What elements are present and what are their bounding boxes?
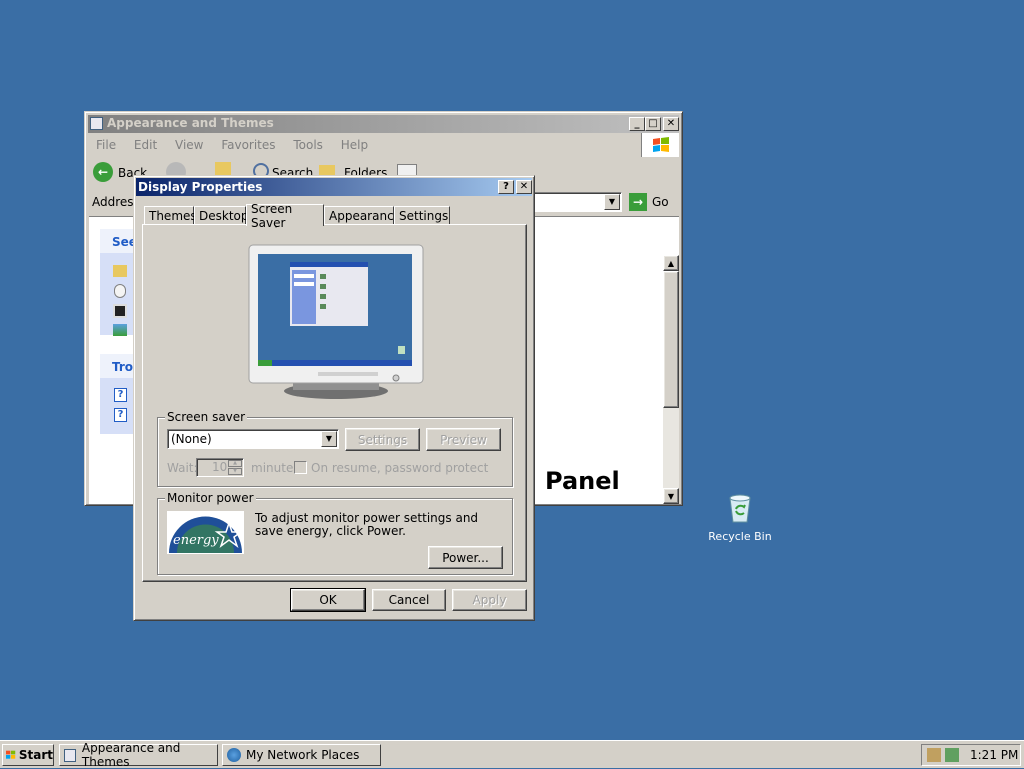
- back-arrow-icon[interactable]: ←: [93, 162, 113, 182]
- explorer-title: Appearance and Themes: [107, 116, 274, 130]
- help-task-icon[interactable]: ?: [114, 388, 127, 402]
- recycle-bin-icon: [729, 494, 751, 523]
- windows-logo-icon: [641, 133, 679, 157]
- taskbar-item-network[interactable]: My Network Places: [222, 744, 381, 766]
- tab-appearance[interactable]: Appearance: [324, 206, 401, 225]
- mouse-task-icon[interactable]: [114, 284, 126, 298]
- network-icon: [227, 748, 241, 762]
- power-button[interactable]: Power...: [428, 546, 503, 569]
- wait-value: 10: [212, 460, 228, 474]
- spinner-up-icon[interactable]: ▲: [228, 460, 242, 467]
- menu-file[interactable]: File: [96, 138, 116, 152]
- go-arrow-icon[interactable]: →: [629, 193, 647, 211]
- monitor-power-description: To adjust monitor power settings and sav…: [255, 511, 479, 538]
- recycle-bin-label: Recycle Bin: [708, 530, 772, 543]
- spinner-down-icon[interactable]: ▼: [228, 468, 242, 475]
- vertical-scrollbar[interactable]: ▲ ▼: [663, 255, 679, 504]
- wait-label: Wait:: [167, 461, 198, 475]
- screen-saver-settings-button[interactable]: Settings: [345, 428, 420, 451]
- display-properties-dialog[interactable]: Display Properties ? ✕ Themes Desktop Sc…: [133, 175, 535, 621]
- apply-button[interactable]: Apply: [452, 589, 527, 611]
- maximize-button[interactable]: □: [645, 117, 661, 131]
- taskbar-item-appearance[interactable]: Appearance and Themes: [59, 741, 218, 769]
- ok-button[interactable]: OK: [290, 588, 366, 612]
- taskbar: Start Appearance and Themes My Network P…: [0, 740, 1024, 769]
- monitor-preview: [248, 244, 424, 402]
- password-protect-checkbox[interactable]: [294, 461, 307, 474]
- menu-tools[interactable]: Tools: [293, 138, 323, 152]
- password-protect-label: On resume, password protect: [311, 461, 489, 475]
- scroll-thumb[interactable]: [663, 271, 679, 408]
- tray-tools-icon[interactable]: [927, 748, 941, 762]
- minimize-button[interactable]: _: [629, 117, 645, 131]
- go-label[interactable]: Go: [652, 195, 669, 209]
- tab-screen-saver[interactable]: Screen Saver: [246, 202, 324, 230]
- folder-icon: [90, 117, 103, 130]
- picture-task-icon[interactable]: [113, 324, 127, 336]
- chevron-down-icon[interactable]: ▼: [321, 431, 337, 447]
- taskbar-item-label: My Network Places: [246, 748, 360, 762]
- tab-desktop[interactable]: Desktop: [194, 206, 249, 225]
- windows-flag-icon: [6, 750, 16, 759]
- monitor-power-group-label: Monitor power: [165, 491, 256, 505]
- wait-spinner[interactable]: 10 ▲ ▼: [196, 458, 244, 477]
- screen-saver-selected: (None): [171, 432, 212, 446]
- screen-saver-select[interactable]: (None) ▼: [167, 429, 339, 449]
- system-tray: 1:21 PM: [921, 744, 1021, 766]
- energy-logo-text: energy: [173, 533, 219, 548]
- menu-edit[interactable]: Edit: [134, 138, 157, 152]
- cancel-button[interactable]: Cancel: [372, 589, 446, 611]
- menu-bar: File Edit View Favorites Tools Help: [96, 138, 382, 156]
- menu-help[interactable]: Help: [341, 138, 368, 152]
- menu-favorites[interactable]: Favorites: [221, 138, 275, 152]
- minutes-label: minutes: [251, 461, 300, 475]
- tab-settings[interactable]: Settings: [394, 206, 450, 225]
- start-label: Start: [18, 748, 53, 762]
- scroll-up-button[interactable]: ▲: [663, 255, 679, 271]
- address-dropdown-button[interactable]: ▼: [604, 194, 620, 210]
- screen-saver-group-label: Screen saver: [165, 410, 248, 424]
- monitor-power-group: Monitor power energy To adjust monitor p…: [157, 491, 513, 575]
- dialog-title: Display Properties: [138, 180, 263, 194]
- explorer-titlebar[interactable]: Appearance and Themes _ □ ✕: [88, 115, 679, 133]
- energy-star-logo: energy: [167, 511, 244, 554]
- troubleshoot-header[interactable]: Tro: [112, 360, 133, 374]
- dialog-titlebar[interactable]: Display Properties ? ✕: [136, 178, 532, 196]
- display-task-icon[interactable]: [113, 304, 127, 318]
- folder-task-icon[interactable]: [113, 265, 127, 277]
- screen-saver-group: Screen saver (None) ▼ Settings Preview W…: [157, 410, 513, 487]
- menu-view[interactable]: View: [175, 138, 203, 152]
- clock[interactable]: 1:21 PM: [970, 748, 1018, 762]
- help-button[interactable]: ?: [498, 180, 514, 194]
- recycle-bin[interactable]: Recycle Bin: [700, 492, 780, 548]
- tab-themes[interactable]: Themes: [144, 206, 197, 225]
- taskbar-item-label: Appearance and Themes: [81, 741, 181, 769]
- panel-heading: Panel: [545, 467, 620, 495]
- tab-strip: Themes Desktop Screen Saver Appearance S…: [142, 202, 528, 230]
- preview-button[interactable]: Preview: [426, 428, 501, 451]
- scroll-down-button[interactable]: ▼: [663, 488, 679, 504]
- screen-saver-page: Screen saver (None) ▼ Settings Preview W…: [142, 224, 527, 582]
- close-button[interactable]: ✕: [663, 117, 679, 131]
- start-button[interactable]: Start: [2, 744, 54, 766]
- window-icon: [64, 748, 76, 762]
- help-task-icon-2[interactable]: ?: [114, 408, 127, 422]
- dialog-close-button[interactable]: ✕: [516, 180, 532, 194]
- tray-network-icon[interactable]: [945, 748, 959, 762]
